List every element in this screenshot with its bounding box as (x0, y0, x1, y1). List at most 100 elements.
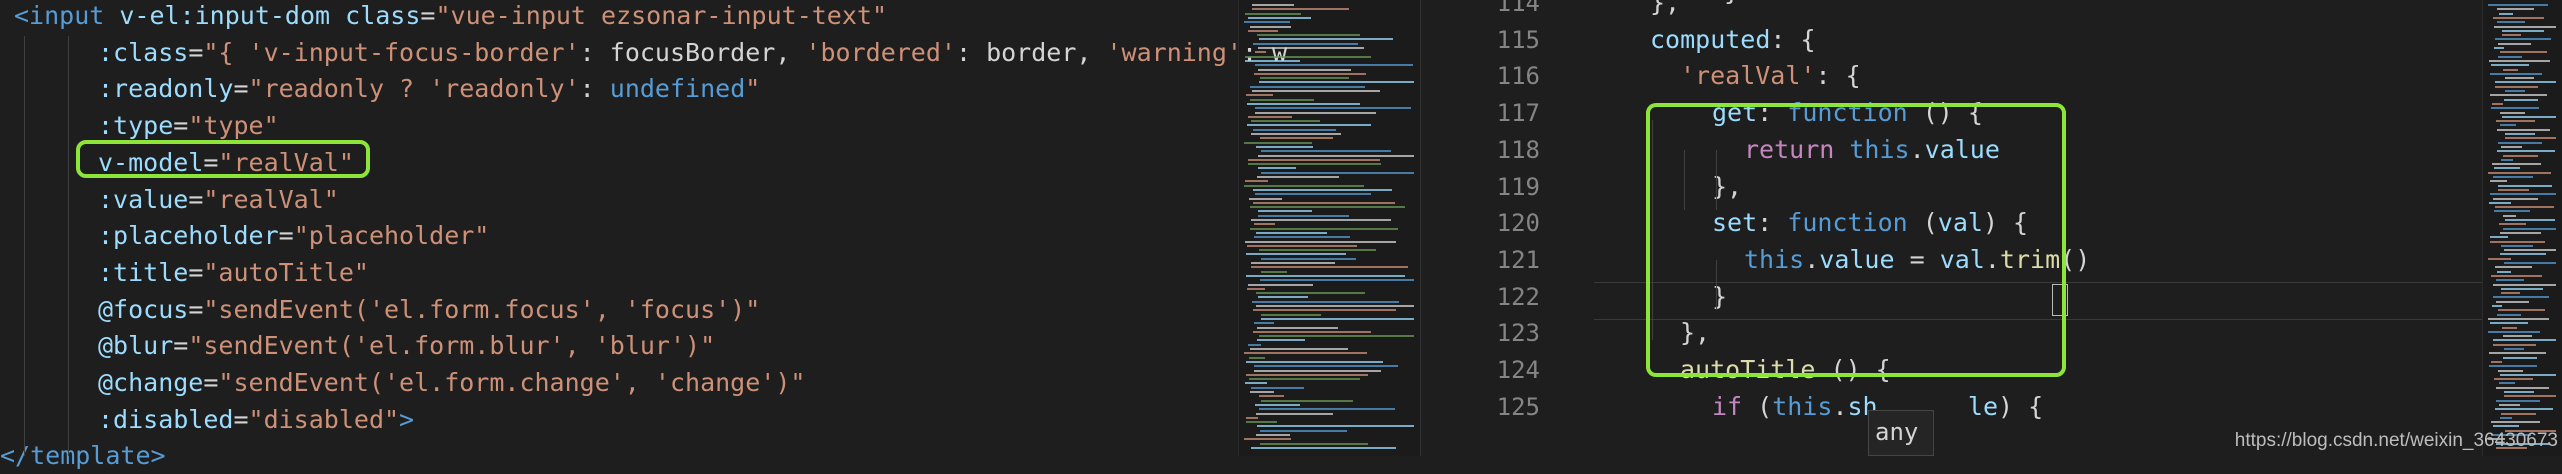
minimap-line (2504, 391, 2534, 393)
minimap-line (2504, 262, 2556, 264)
minimap-line (1248, 163, 1381, 166)
minimap-line (2501, 412, 2536, 415)
left-code-line[interactable]: :value="realVal" (98, 182, 339, 218)
code-token: :value (98, 184, 189, 214)
code-token: "readonly ? 'readonly' (248, 74, 580, 104)
minimap-line (1246, 416, 1258, 419)
minimap-line (2502, 115, 2556, 118)
left-code-line[interactable]: :class="{ 'v-input-focus-border': focusB… (98, 35, 1287, 71)
code-token: computed (1650, 24, 1771, 54)
minimap-line (1247, 102, 1360, 105)
line-number: 118 (1496, 135, 1540, 164)
minimap-line (2491, 274, 2542, 277)
code-token: "{ 'v-input-focus-border' (203, 37, 580, 67)
code-token: le (1967, 391, 1999, 421)
minimap-line (1259, 81, 1414, 84)
minimap-line (1257, 425, 1414, 428)
minimap-line (1252, 4, 1294, 6)
left-code-line[interactable]: @change="sendEvent('el.form.change', 'ch… (98, 365, 805, 401)
minimap-line (1245, 59, 1300, 62)
minimap-line (2503, 214, 2516, 217)
code-token: :class (98, 37, 189, 67)
minimap-line (2497, 150, 2555, 153)
v-model-highlight-box (76, 140, 370, 178)
minimap-line (1260, 442, 1368, 445)
line-number: 124 (1496, 356, 1540, 384)
code-token: "type" (188, 111, 279, 141)
minimap-line (2494, 25, 2556, 28)
minimap-line (1244, 141, 1312, 144)
code-token: 'warning' (1106, 37, 1242, 67)
left-code-line[interactable]: :readonly="readonly ? 'readonly': undefi… (98, 71, 760, 107)
right-code-line[interactable]: }, (1650, 0, 1680, 21)
minimap-line (1252, 90, 1380, 92)
left-code-line[interactable]: :title="autoTitle" (98, 255, 369, 291)
minimap-line (2505, 137, 2556, 140)
minimap-line (1245, 382, 1267, 385)
minimap-line (2497, 313, 2521, 316)
minimap-line (2493, 425, 2519, 428)
minimap-line (2488, 330, 2540, 333)
minimap-line (2488, 4, 2548, 6)
minimap-line (1259, 408, 1395, 411)
left-code-line[interactable]: :placeholder="placeholder" (98, 218, 489, 254)
minimap-line (1254, 223, 1275, 226)
minimap-line (2488, 257, 2511, 260)
minimap-line (1247, 124, 1371, 127)
left-code-line[interactable]: :disabled="disabled"> (98, 402, 414, 438)
minimap-line (1248, 283, 1313, 286)
minimap-line (1254, 72, 1366, 75)
left-code-line[interactable]: <input v-el:input-dom class="vue-input e… (14, 0, 887, 34)
minimap-line (1258, 167, 1296, 170)
minimap-line (1251, 133, 1341, 135)
minimap-line (2504, 98, 2538, 101)
minimap-line (1252, 300, 1399, 303)
minimap-line (1257, 326, 1338, 329)
code-token: 'bordered' (805, 37, 956, 67)
right-code-line[interactable]: 'realVal': { (1680, 58, 1861, 94)
code-token: : { (1815, 61, 1861, 91)
minimap-line (2500, 231, 2541, 234)
minimap-line (1249, 356, 1265, 359)
minimap-line (2492, 305, 2502, 307)
minimap-line (2504, 348, 2524, 350)
minimap-line (1245, 12, 1301, 15)
minimap-line (2493, 339, 2556, 342)
indent-guide (68, 36, 69, 456)
minimap-line (2495, 81, 2556, 84)
line-number: 119 (1496, 172, 1540, 201)
minimap-line (1259, 38, 1393, 41)
minimap-line (2502, 34, 2521, 37)
minimap-line (2505, 133, 2535, 135)
left-code-line[interactable]: @focus="sendEvent('el.form.focus', 'focu… (98, 292, 760, 328)
minimap-line (1255, 51, 1266, 54)
code-token: = (188, 37, 204, 67)
code-token: = (188, 294, 204, 324)
code-token: "realVal" (203, 184, 339, 214)
right-code-line-partial[interactable]: } (1724, 0, 1739, 10)
minimap-line (1246, 421, 1277, 424)
code-token: class (345, 1, 421, 30)
minimap-line (1252, 8, 1349, 11)
right-code-line[interactable]: computed: { (1650, 22, 1816, 58)
left-code-line[interactable]: @blur="sendEvent('el.form.blur', 'blur')… (98, 328, 715, 364)
code-token: . (1832, 391, 1848, 421)
minimap-line (1253, 201, 1395, 204)
minimap-line (1255, 403, 1300, 406)
minimap-line (2503, 154, 2538, 157)
minimap-line (2498, 309, 2545, 312)
minimap-line (2496, 386, 2549, 389)
minimap-line (1256, 305, 1414, 307)
computed-realval-highlight-box (1646, 103, 2066, 377)
code-token: = (420, 1, 436, 30)
code-token: @blur (98, 331, 174, 361)
minimap-line (2489, 59, 2550, 62)
minimap-line (1249, 378, 1360, 381)
minimap-line (2492, 163, 2541, 166)
minimap-line (1251, 262, 1335, 264)
left-code-line[interactable]: :type="type" (98, 108, 279, 144)
code-token: ) { (1998, 391, 2044, 421)
code-token: :disabled (98, 404, 234, 434)
minimap-line (1255, 64, 1413, 67)
minimap-line (2499, 382, 2515, 385)
